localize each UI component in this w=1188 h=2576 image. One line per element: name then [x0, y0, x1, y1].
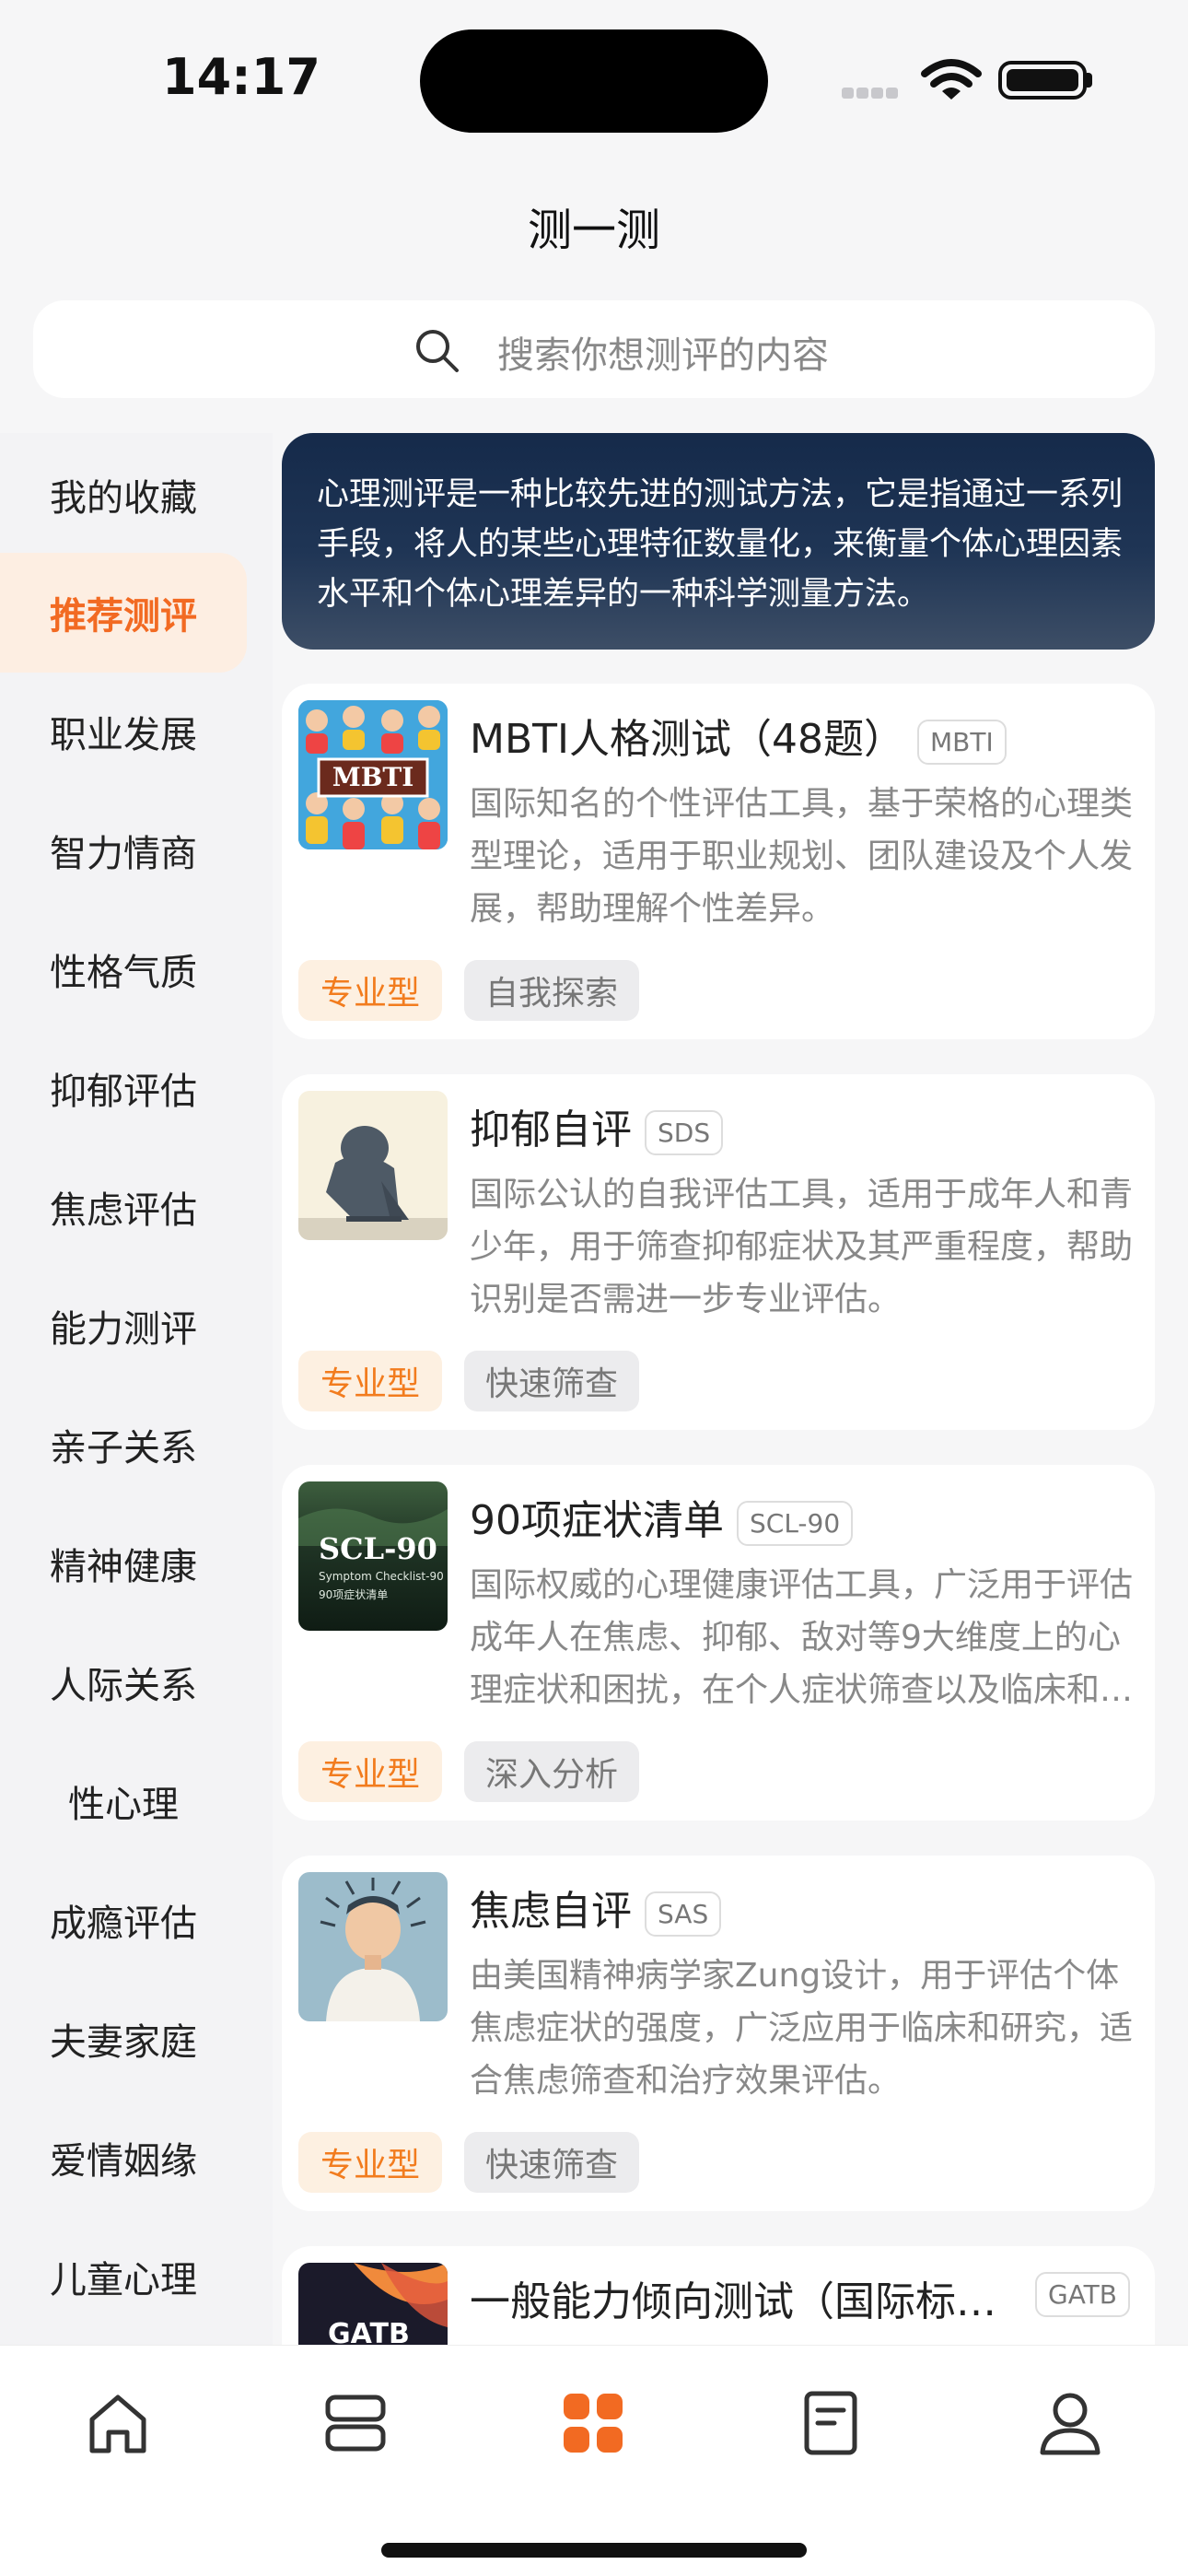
profile-icon[interactable] [1033, 2386, 1107, 2460]
intro-banner: 心理测评是一种比较先进的测试方法，它是指通过一系列手段，将人的某些心理特征数量化… [282, 433, 1155, 650]
status-time: 14:17 [162, 48, 320, 106]
cellular-signal-icon [842, 85, 904, 99]
category-tag: 自我探索 [464, 960, 639, 1021]
sidebar-item-career[interactable]: 职业发展 [0, 672, 247, 791]
test-code-badge: SCL-90 [737, 1500, 854, 1546]
sidebar-item-mental-health[interactable]: 精神健康 [0, 1504, 247, 1623]
scl90-thumbnail-label: SCL-90 [319, 1531, 437, 1566]
tag-row: 专业型 快速筛查 [298, 2132, 667, 2193]
test-title-text: 焦虑自评 [470, 1888, 632, 1935]
category-sidebar[interactable]: 我的收藏 推荐测评 职业发展 智力情商 性格气质 抑郁评估 焦虑评估 能力测评 … [0, 433, 273, 2345]
sidebar-item-family[interactable]: 夫妻家庭 [0, 1979, 247, 2099]
tab-bar [0, 2345, 1188, 2576]
test-title: 一般能力倾向测试（国际标… [470, 2268, 1133, 2327]
type-tag: 专业型 [298, 960, 442, 1021]
test-description: 国际公认的自我评估工具，适用于成年人和青少年，用于筛查抑郁症状及其严重程度，帮助… [470, 1176, 1134, 1318]
test-card-gatb[interactable]: GATB 一般能力倾向测试（国际标… GATB [282, 2246, 1155, 2345]
layers-icon[interactable] [319, 2386, 392, 2460]
category-tag: 快速筛查 [464, 2132, 639, 2193]
sidebar-item-recommended[interactable]: 推荐测评 [0, 553, 247, 673]
anxious-person-illustration [298, 1872, 448, 2021]
home-indicator [381, 2543, 807, 2558]
grid-icon[interactable] [556, 2386, 630, 2460]
gatb-thumbnail-label: GATB [328, 2318, 410, 2345]
test-list[interactable]: 心理测评是一种比较先进的测试方法，它是指通过一系列手段，将人的某些心理特征数量化… [282, 433, 1155, 2345]
sidebar-item-personality[interactable]: 性格气质 [0, 909, 247, 1029]
test-card-sds[interactable]: 抑郁自评 SDS 国际公认的自我评估工具，适用于成年人和青少年，用于筛查抑郁症状及… [282, 1074, 1155, 1430]
test-title: 90项症状清单 SCL-90 [470, 1487, 854, 1546]
test-description: 国际知名的个性评估工具，基于荣格的心理类型理论，适用于职业规划、团队建设及个人发… [470, 785, 1134, 928]
home-icon[interactable] [81, 2386, 155, 2460]
test-title-text: 90项症状清单 [470, 1497, 724, 1544]
sas-thumbnail [298, 1872, 448, 2021]
sidebar-item-sexual-psychology[interactable]: 性心理 [0, 1741, 247, 1861]
intro-text: 心理测评是一种比较先进的测试方法，它是指通过一系列手段，将人的某些心理特征数量化… [317, 476, 1124, 613]
category-tag: 深入分析 [464, 1741, 639, 1802]
wifi-icon [921, 59, 982, 100]
dynamic-island [420, 29, 768, 133]
test-card-mbti[interactable]: MBTI MBTI人格测试（48题） MBTI 国际知名的个性评估工具，基于荣格的… [282, 684, 1155, 1039]
tag-row: 专业型 快速筛查 [298, 1351, 667, 1411]
test-title: MBTI人格测试（48题） MBTI [470, 706, 1007, 765]
sidebar-item-intelligence[interactable]: 智力情商 [0, 790, 247, 910]
test-card-sas[interactable]: 焦虑自评 SAS 由美国精神病学家Zung设计，用于评估个体焦虑症状的强度，广泛应… [282, 1856, 1155, 2211]
scl90-thumbnail-subtitle-cn: 90项症状清单 [319, 1588, 389, 1601]
sad-person-illustration [298, 1091, 448, 1240]
sidebar-item-favorites[interactable]: 我的收藏 [0, 435, 247, 555]
tag-row: 专业型 自我探索 [298, 960, 667, 1021]
test-code-badge: SAS [645, 1891, 722, 1937]
battery-cap [1087, 73, 1092, 88]
test-code-badge: MBTI [917, 719, 1007, 765]
type-tag: 专业型 [298, 1741, 442, 1802]
sidebar-item-relationships[interactable]: 人际关系 [0, 1622, 247, 1742]
status-bar: 14:17 [0, 0, 1188, 147]
test-description: 国际权威的心理健康评估工具，广泛用于评估成年人在焦虑、抑郁、敌对等9大维度上的心… [470, 1566, 1134, 1709]
sidebar-item-parenting[interactable]: 亲子关系 [0, 1385, 247, 1505]
test-title: 焦虑自评 SAS [470, 1878, 722, 1937]
sidebar-item-anxiety[interactable]: 焦虑评估 [0, 1147, 247, 1267]
document-icon[interactable] [794, 2386, 868, 2460]
sidebar-item-child[interactable]: 儿童心理 [0, 2217, 247, 2336]
sidebar-item-addiction[interactable]: 成瘾评估 [0, 1860, 247, 1980]
sidebar-item-love[interactable]: 爱情姻缘 [0, 2098, 247, 2218]
sds-thumbnail [298, 1091, 448, 1240]
category-tag: 快速筛查 [464, 1351, 639, 1411]
test-title-text: 抑郁自评 [470, 1107, 632, 1153]
test-card-scl90[interactable]: SCL-90 Symptom Checklist-90 90项症状清单 90项症… [282, 1465, 1155, 1821]
test-title-text: MBTI人格测试（48题） [470, 716, 904, 763]
search-input[interactable]: 搜索你想测评的内容 [33, 300, 1155, 398]
scl90-thumbnail: SCL-90 Symptom Checklist-90 90项症状清单 [298, 1481, 448, 1631]
search-icon [416, 330, 459, 372]
sidebar-item-depression[interactable]: 抑郁评估 [0, 1028, 247, 1148]
gatb-thumbnail: GATB [298, 2263, 448, 2345]
type-tag: 专业型 [298, 1351, 442, 1411]
test-description: 由美国精神病学家Zung设计，用于评估个体焦虑症状的强度，广泛应用于临床和研究，… [470, 1957, 1134, 2100]
sidebar-item-ability[interactable]: 能力测评 [0, 1266, 247, 1386]
scl90-thumbnail-subtitle: Symptom Checklist-90 [319, 1570, 444, 1583]
battery-icon [998, 61, 1087, 100]
mbti-thumbnail: MBTI [298, 700, 448, 849]
mbti-thumbnail-label: MBTI [332, 762, 414, 792]
test-code-badge: GATB [1035, 2272, 1130, 2317]
page-title: 测一测 [527, 205, 660, 256]
test-title: 抑郁自评 SDS [470, 1096, 724, 1155]
tag-row: 专业型 深入分析 [298, 1741, 667, 1802]
type-tag: 专业型 [298, 2132, 442, 2193]
search-placeholder: 搜索你想测评的内容 [497, 334, 829, 377]
test-code-badge: SDS [645, 1109, 724, 1155]
test-title-text: 一般能力倾向测试（国际标… [470, 2278, 996, 2325]
